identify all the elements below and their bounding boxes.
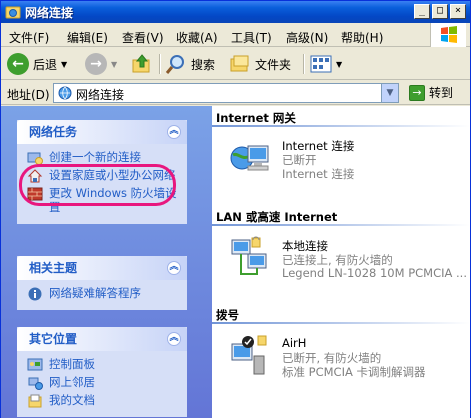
other-places-header[interactable]: 其它位置 ︽ [17,327,187,351]
section-divider [212,224,470,226]
internet-connection-device: Internet 连接 [282,167,355,181]
menu-tools[interactable]: 工具(T) [231,29,272,46]
up-folder-icon [132,54,150,73]
address-bar: 地址(D) 网络连接 ▼ → 转到 [1,81,470,105]
place-control-panel[interactable]: 控制面板 [27,357,187,371]
other-places-box: 其它位置 ︽ 控制面板 网上邻居 我的文档 [17,327,187,417]
task-network-troubleshooter[interactable]: 网络疑难解答程序 [27,286,187,301]
forward-arrow-icon: → [85,53,107,75]
address-dropdown-icon[interactable]: ▼ [381,84,398,102]
task-pane: 网络任务 ︽ 创建一个新的连接 设置家庭或小型办公网络 更改 Windows 防… [1,106,212,418]
task-create-connection[interactable]: 创建一个新的连接 [27,150,187,165]
address-input[interactable]: 网络连接 ▼ [53,83,399,103]
network-tasks-title: 网络任务 [29,125,78,139]
network-folder-icon [5,6,21,19]
back-label: 后退 [33,57,58,72]
chevron-down-icon: ▼ [111,59,118,69]
dialup-connection-icon [231,335,267,375]
internet-gateway-icon [230,145,269,171]
views-button[interactable]: ▼ [310,52,342,76]
toolbar-separator [159,54,160,74]
windows-logo-icon [430,23,466,47]
toolbar-separator [303,54,304,74]
title-bar[interactable]: 网络连接 _ □ × [1,1,470,23]
back-button[interactable]: ← 后退 ▼ [7,52,67,76]
lan-connection-icon [231,236,267,275]
collapse-icon[interactable]: ︽ [167,125,181,139]
address-value: 网络连接 [76,88,125,102]
place-control-panel-label: 控制面板 [49,357,95,371]
related-topics-header[interactable]: 相关主题 ︽ [17,256,187,280]
forward-button[interactable]: → ▼ [85,52,117,76]
control-panel-icon [27,358,43,371]
place-my-documents[interactable]: 我的文档 [27,393,187,408]
go-label: 转到 [429,86,454,100]
annotation-highlight-ring [19,164,176,206]
other-places-body: 控制面板 网上邻居 我的文档 [17,351,187,417]
folders-label: 文件夹 [255,57,292,72]
info-icon [28,287,42,301]
my-documents-icon [28,394,42,408]
views-icon [310,55,332,73]
network-connections-icon [58,86,72,100]
local-connection-device: Legend LN-1028 10M PCMCIA ... [282,266,467,280]
maximize-button[interactable]: □ [432,4,448,19]
close-button[interactable]: × [450,4,466,19]
collapse-icon[interactable]: ︽ [167,261,181,275]
address-label: 地址(D) [7,88,50,102]
window: 网络连接 _ □ × 文件(F) 编辑(E) 查看(V) 收藏(A) 工具(T)… [0,0,471,418]
menu-favorites[interactable]: 收藏(A) [176,29,218,46]
menu-advanced[interactable]: 高级(N) [286,29,328,46]
menu-view[interactable]: 查看(V) [122,29,164,46]
window-title: 网络连接 [25,6,74,20]
related-topics-title: 相关主题 [29,261,78,275]
up-folder-button[interactable] [131,52,153,76]
folders-icon [230,55,249,72]
local-connection-item[interactable]: 本地连接 已连接上, 有防火墙的 Legend LN-1028 10M PCMC… [228,236,468,286]
place-network-neighborhood-label: 网上邻居 [49,375,95,389]
internet-connection-item[interactable]: Internet 连接 已断开 Internet 连接 [228,136,468,186]
section-lan-title: LAN 或高速 Internet [216,210,338,224]
toolbar: ← 后退 ▼ → ▼ 搜索 文件夹 ▼ [1,48,470,80]
search-label: 搜索 [191,57,216,72]
network-neighborhood-icon [28,377,43,390]
menu-help[interactable]: 帮助(H) [341,29,383,46]
airh-connection-item[interactable]: AirH 已断开, 有防火墙的 标准 PCMCIA 卡调制解调器 [228,334,468,384]
airh-connection-device: 标准 PCMCIA 卡调制解调器 [282,365,426,379]
menu-edit[interactable]: 编辑(E) [67,29,108,46]
chevron-down-icon: ▼ [336,59,343,69]
go-button[interactable]: → 转到 [409,84,453,101]
minimize-button[interactable]: _ [414,4,430,19]
related-topics-box: 相关主题 ︽ 网络疑难解答程序 [17,256,187,310]
task-create-connection-label: 创建一个新的连接 [49,150,141,164]
go-arrow-icon: → [409,84,425,101]
place-my-documents-label: 我的文档 [49,393,95,407]
menu-file[interactable]: 文件(F) [9,29,49,46]
back-arrow-icon: ← [7,53,29,75]
airh-connection-name: AirH [282,336,307,350]
task-network-troubleshooter-label: 网络疑难解答程序 [49,286,141,300]
section-internet-gateway-title: Internet 网关 [216,111,296,125]
collapse-icon[interactable]: ︽ [167,332,181,346]
place-network-neighborhood[interactable]: 网上邻居 [27,375,187,390]
chevron-down-icon: ▼ [61,59,68,69]
network-tasks-header[interactable]: 网络任务 ︽ [17,120,187,144]
section-dialup-title: 拨号 [216,308,239,322]
menu-bar: 文件(F) 编辑(E) 查看(V) 收藏(A) 工具(T) 高级(N) 帮助(H… [1,23,470,47]
content-pane: Internet 网关 Internet 连接 已断开 Internet 连接 … [212,106,470,418]
section-divider [212,322,470,324]
folders-button[interactable]: 文件夹 [229,52,291,76]
section-divider [212,125,470,127]
search-button[interactable]: 搜索 [165,52,215,76]
search-icon [165,55,184,74]
related-topics-body: 网络疑难解答程序 [17,280,187,310]
other-places-title: 其它位置 [29,332,78,346]
